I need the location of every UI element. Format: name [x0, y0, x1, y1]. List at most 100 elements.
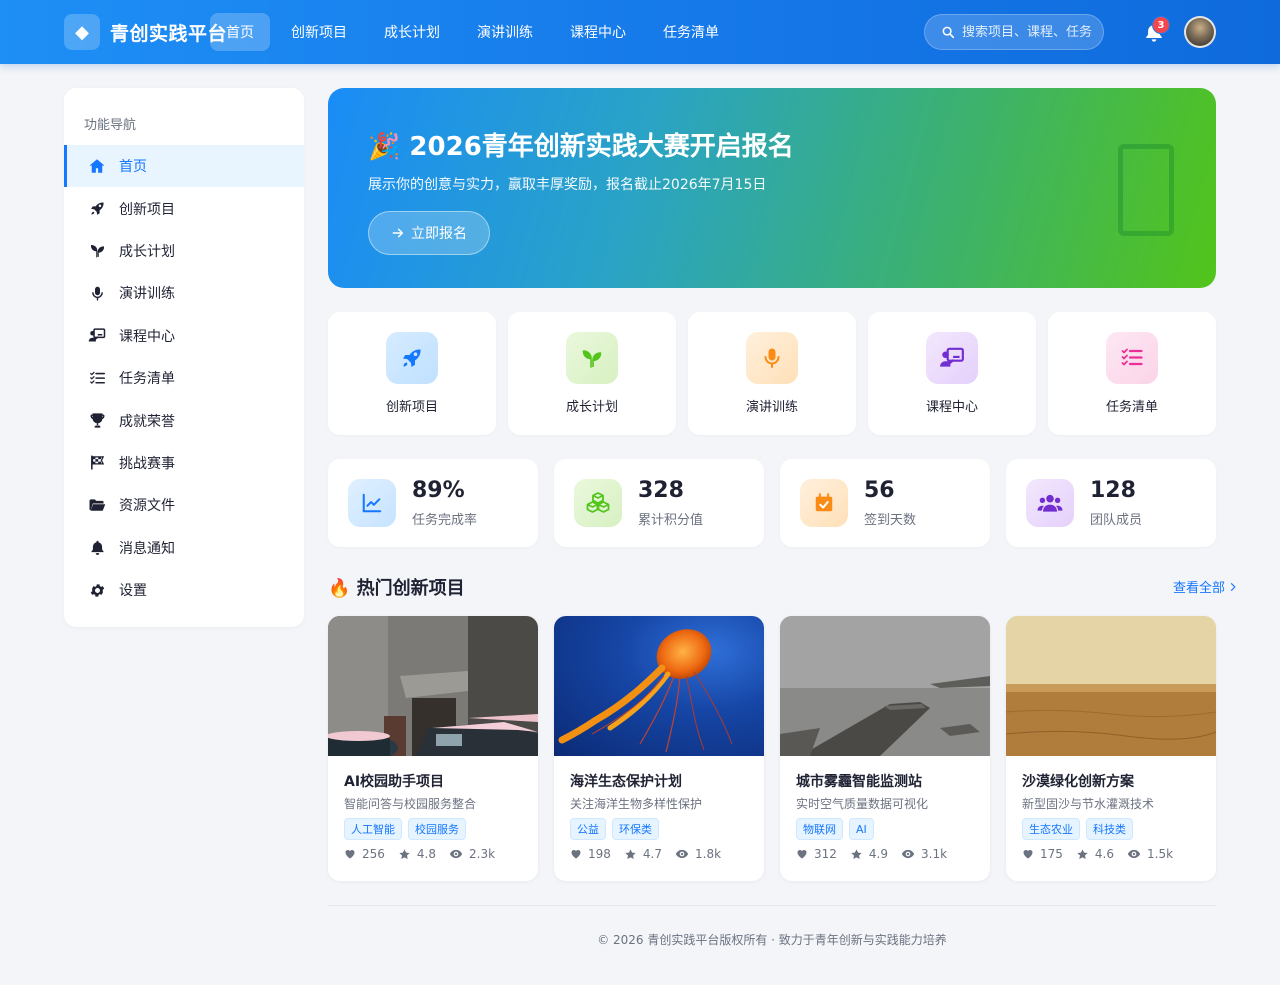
register-button[interactable]: 立即报名: [368, 211, 490, 255]
sidebar-item-label: 成长计划: [119, 243, 175, 260]
views-value: 1.8k: [695, 847, 722, 861]
quick-link-label: 创新项目: [385, 400, 438, 415]
notification-badge: 3: [1152, 16, 1170, 34]
star-icon: [1076, 848, 1089, 861]
project-image: [328, 616, 538, 762]
likes-count[interactable]: 198: [570, 847, 611, 861]
likes-value: 198: [588, 847, 611, 861]
seedling-icon: [88, 242, 106, 260]
project-tag[interactable]: 物联网: [796, 818, 843, 840]
eye-icon: [901, 847, 915, 861]
rating: 4.7: [624, 847, 662, 861]
eye-icon: [1127, 847, 1141, 861]
project-card[interactable]: AI校园助手项目 智能问答与校园服务整合 人工智能 校园服务 256 4.8 2…: [328, 616, 538, 881]
section-title: 🔥 热门创新项目: [328, 578, 465, 599]
stat-label: 签到天数: [864, 513, 917, 528]
project-card[interactable]: 海洋生态保护计划 关注海洋生物多样性保护 公益 环保类 198 4.7 1.8k: [554, 616, 764, 881]
stat-card-completion: 89% 任务完成率: [328, 459, 538, 547]
project-title: 城市雾霾智能监测站: [796, 774, 922, 790]
project-tag[interactable]: 人工智能: [344, 818, 402, 840]
views-count: 3.1k: [901, 847, 947, 861]
view-all-link[interactable]: 查看全部: [1173, 577, 1238, 596]
banner-decoration-icon: [1118, 144, 1174, 236]
rating-value: 4.9: [868, 847, 888, 861]
sidebar-item-resources[interactable]: 资源文件: [64, 484, 304, 526]
sidebar-item-home[interactable]: 首页: [64, 145, 304, 188]
microphone-icon: [88, 284, 106, 302]
user-avatar[interactable]: [1184, 16, 1216, 48]
project-card[interactable]: 城市雾霾智能监测站 实时空气质量数据可视化 物联网 AI 312 4.9 3.1…: [780, 616, 990, 881]
project-tag[interactable]: 生态农业: [1022, 818, 1080, 840]
views-count: 1.5k: [1127, 847, 1173, 861]
stat-label: 团队成员: [1090, 513, 1143, 528]
project-card[interactable]: 沙漠绿化创新方案 新型固沙与节水灌溉技术 生态农业 科技类 175 4.6 1.…: [1006, 616, 1216, 881]
nav-item-tasks[interactable]: 任务清单: [647, 13, 735, 51]
sidebar-item-challenges[interactable]: 挑战赛事: [64, 442, 304, 484]
sidebar-item-label: 创新项目: [119, 201, 175, 218]
star-icon: [398, 848, 411, 861]
sidebar-item-notifications[interactable]: 消息通知: [64, 527, 304, 569]
likes-value: 175: [1040, 847, 1063, 861]
likes-count[interactable]: 312: [796, 847, 837, 861]
stat-label: 任务完成率: [412, 513, 478, 528]
likes-count[interactable]: 256: [344, 847, 385, 861]
rating: 4.9: [850, 847, 888, 861]
footer-divider: [328, 905, 1216, 906]
sidebar-item-growth[interactable]: 成长计划: [64, 230, 304, 272]
sidebar-title: 功能导航: [84, 118, 137, 133]
nav-item-home[interactable]: 首页: [210, 13, 270, 51]
sidebar-item-tasks[interactable]: 任务清单: [64, 357, 304, 399]
project-tag[interactable]: 校园服务: [408, 818, 466, 840]
sidebar-item-courses[interactable]: 课程中心: [64, 315, 304, 357]
sidebar: 功能导航 首页 创新项目 成长计划 演讲训练 课程中心 任务清单 成就荣誉 挑战…: [64, 88, 304, 627]
sidebar-item-speech[interactable]: 演讲训练: [64, 272, 304, 314]
sidebar-item-honors[interactable]: 成就荣誉: [64, 399, 304, 441]
sidebar-item-label: 设置: [119, 583, 147, 600]
likes-count[interactable]: 175: [1022, 847, 1063, 861]
quick-link-speech[interactable]: 演讲训练: [688, 312, 856, 435]
quick-link-tasks[interactable]: 任务清单: [1048, 312, 1216, 435]
quick-link-growth[interactable]: 成长计划: [508, 312, 676, 435]
nav-item-projects[interactable]: 创新项目: [275, 13, 363, 51]
search-icon: [941, 25, 955, 39]
promo-banner: 🎉 2026青年创新实践大赛开启报名 展示你的创意与实力，赢取丰厚奖励，报名截止…: [328, 88, 1216, 288]
nav-item-speech[interactable]: 演讲训练: [461, 13, 549, 51]
search-box[interactable]: [924, 14, 1104, 50]
sidebar-item-label: 演讲训练: [119, 286, 175, 303]
project-tag[interactable]: 公益: [570, 818, 606, 840]
views-value: 3.1k: [921, 847, 948, 861]
likes-value: 312: [814, 847, 837, 861]
rating: 4.6: [1076, 847, 1114, 861]
project-tags: 物联网 AI: [796, 818, 880, 840]
nav-item-courses[interactable]: 课程中心: [554, 13, 642, 51]
project-tag[interactable]: AI: [849, 818, 874, 840]
folder-open-icon: [88, 496, 106, 514]
gear-icon: [88, 581, 106, 599]
project-tag[interactable]: 科技类: [1086, 818, 1133, 840]
project-meta: 198 4.7 1.8k: [570, 847, 734, 861]
sidebar-item-label: 资源文件: [119, 498, 175, 515]
project-tags: 人工智能 校园服务: [344, 818, 472, 840]
nav-item-growth[interactable]: 成长计划: [368, 13, 456, 51]
project-meta: 256 4.8 2.3k: [344, 847, 508, 861]
chevron-right-icon: [1228, 581, 1238, 593]
quick-link-projects[interactable]: 创新项目: [328, 312, 496, 435]
project-desc: 实时空气质量数据可视化: [796, 797, 929, 811]
heart-icon: [796, 848, 808, 860]
sidebar-menu: 首页 创新项目 成长计划 演讲训练 课程中心 任务清单 成就荣誉 挑战赛事 资源…: [64, 145, 304, 611]
main-nav: 首页 创新项目 成长计划 演讲训练 课程中心 任务清单: [210, 13, 740, 51]
rating-value: 4.8: [416, 847, 436, 861]
seedling-icon: [566, 332, 618, 384]
quick-link-courses[interactable]: 课程中心: [868, 312, 1036, 435]
chart-line-icon: [348, 479, 396, 527]
project-image: [780, 616, 990, 756]
sidebar-item-projects[interactable]: 创新项目: [64, 187, 304, 229]
sidebar-item-settings[interactable]: 设置: [64, 569, 304, 611]
bell-icon: [88, 539, 106, 557]
search-input[interactable]: [962, 24, 1092, 40]
project-list: AI校园助手项目 智能问答与校园服务整合 人工智能 校园服务 256 4.8 2…: [328, 616, 1216, 881]
project-tag[interactable]: 环保类: [612, 818, 659, 840]
banner-title: 🎉 2026青年创新实践大赛开启报名: [368, 132, 794, 162]
project-desc: 新型固沙与节水灌溉技术: [1022, 797, 1155, 811]
brand[interactable]: ◆ 青创实践平台: [64, 14, 227, 50]
